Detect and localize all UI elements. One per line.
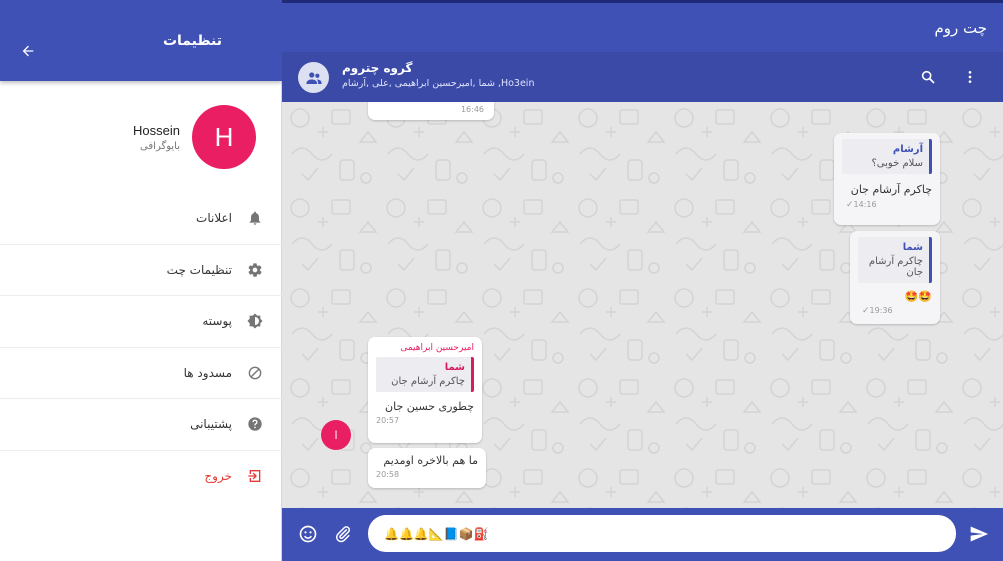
settings-panel: تنظیمات Hossein بایوگرافی H اعلانات تنظی… <box>0 0 282 561</box>
message-time: 19:36 <box>869 306 893 315</box>
quote-text: چاکرم آرشام جان <box>391 376 465 387</box>
message-bubble[interactable]: آرشام سلام خوبی؟ چاکرم آرشام جان ✓14:16 <box>834 133 940 225</box>
send-icon[interactable] <box>968 523 990 545</box>
chat-header: گروه چتروم شما ,امیرحسین ابراهیمی ,علی ,… <box>282 52 1003 102</box>
quote-sender: شما <box>902 242 923 253</box>
quote-text: چاکرم آرشام جان <box>868 256 923 278</box>
menu-item-blocked[interactable]: مسدود ها <box>0 348 282 399</box>
message-time: 20:58 <box>376 470 400 479</box>
menu-item-support[interactable]: پشتیبانی <box>0 399 282 451</box>
menu-item-notifications[interactable]: اعلانات <box>0 193 282 245</box>
settings-header: تنظیمات <box>0 0 282 81</box>
menu-item-label: اعلانات <box>196 211 232 226</box>
message-text: ما هم بالاخره اومدیم <box>383 454 478 467</box>
quote-sender: آرشام <box>892 144 923 155</box>
emoji-icon[interactable] <box>297 523 319 545</box>
group-members: شما ,امیرحسین ابراهیمی ,علی ,آرشام ,Ho3e… <box>342 78 535 89</box>
message-input[interactable]: 🔔🔔🔔📐📘📦⛽ <box>368 515 956 552</box>
message-sender: امیرحسین ابراهیمی <box>400 343 474 353</box>
message-text: چطوری حسین جان <box>385 400 474 413</box>
message-bubble[interactable]: شما چاکرم آرشام جان 🤩🤩 ✓19:36 <box>850 231 940 324</box>
arrow-back-icon[interactable] <box>18 43 38 63</box>
settings-title: تنظیمات <box>162 32 222 49</box>
bell-icon <box>246 209 264 227</box>
quote-text: سلام خوبی؟ <box>871 158 924 169</box>
app-title: چت روم <box>934 18 987 37</box>
message-time: 16:46 <box>460 105 484 114</box>
menu-item-label: تنظیمات چت <box>166 262 232 277</box>
sender-avatar[interactable]: ا <box>321 420 351 450</box>
menu-item-theme[interactable]: پوسته <box>0 296 282 348</box>
quote-sender: شما <box>444 362 465 373</box>
help-icon <box>246 415 264 433</box>
message-composer: 🔔🔔🔔📐📘📦⛽ <box>282 508 1003 561</box>
avatar[interactable]: H <box>192 105 256 169</box>
more-vert-icon[interactable] <box>960 67 980 87</box>
group-info[interactable]: گروه چتروم شما ,امیرحسین ابراهیمی ,علی ,… <box>342 61 534 89</box>
profile-section[interactable]: Hossein بایوگرافی H <box>133 105 256 169</box>
reply-quote[interactable]: شما چاکرم آرشام جان <box>858 237 932 283</box>
profile-bio: بایوگرافی <box>140 140 180 152</box>
brightness-icon <box>246 312 264 330</box>
profile-name: Hossein <box>133 122 180 138</box>
message-text: 🤩🤩 <box>904 290 932 303</box>
group-name: گروه چتروم <box>342 61 413 75</box>
group-icon[interactable] <box>298 62 329 93</box>
check-icon: ✓ <box>862 306 870 316</box>
menu-item-label: پشتیبانی <box>190 417 232 432</box>
app-topbar: چت روم <box>282 0 1003 52</box>
app-window: تنظیمات Hossein بایوگرافی H اعلانات تنظی… <box>0 0 1003 561</box>
message-bubble[interactable]: ما هم بالاخره اومدیم 20:58 <box>368 448 486 488</box>
gear-icon <box>246 261 264 279</box>
message-list[interactable]: 16:46 آرشام سلام خوبی؟ چاکرم آرشام جان ✓… <box>282 102 1003 508</box>
menu-item-logout[interactable]: خروج <box>0 451 282 503</box>
reply-quote[interactable]: شما چاکرم آرشام جان <box>376 357 474 392</box>
chat-panel: چت روم گروه چتروم شما ,امیرحسین ابراهیمی… <box>282 0 1003 561</box>
menu-item-label: پوسته <box>202 314 232 329</box>
menu-item-label: مسدود ها <box>183 365 232 380</box>
settings-menu: اعلانات تنظیمات چت پوسته مسدود ها پشتیبا… <box>0 193 282 502</box>
message-bubble[interactable]: امیرحسین ابراهیمی شما چاکرم آرشام جان چط… <box>368 337 482 443</box>
reply-quote[interactable]: آرشام سلام خوبی؟ <box>842 139 932 174</box>
attach-icon[interactable] <box>332 523 354 545</box>
message-time: 14:16 <box>853 200 877 209</box>
block-icon <box>246 364 264 382</box>
menu-item-chat-settings[interactable]: تنظیمات چت <box>0 245 282 296</box>
logout-icon <box>246 467 264 485</box>
search-icon[interactable] <box>918 67 938 87</box>
menu-item-label: خروج <box>204 469 232 484</box>
message-bubble[interactable]: 16:46 <box>368 102 494 120</box>
message-input-value: 🔔🔔🔔📐📘📦⛽ <box>384 526 489 541</box>
message-text: چاکرم آرشام جان <box>850 183 932 196</box>
message-time: 20:57 <box>376 416 400 425</box>
check-icon: ✓ <box>846 200 854 210</box>
